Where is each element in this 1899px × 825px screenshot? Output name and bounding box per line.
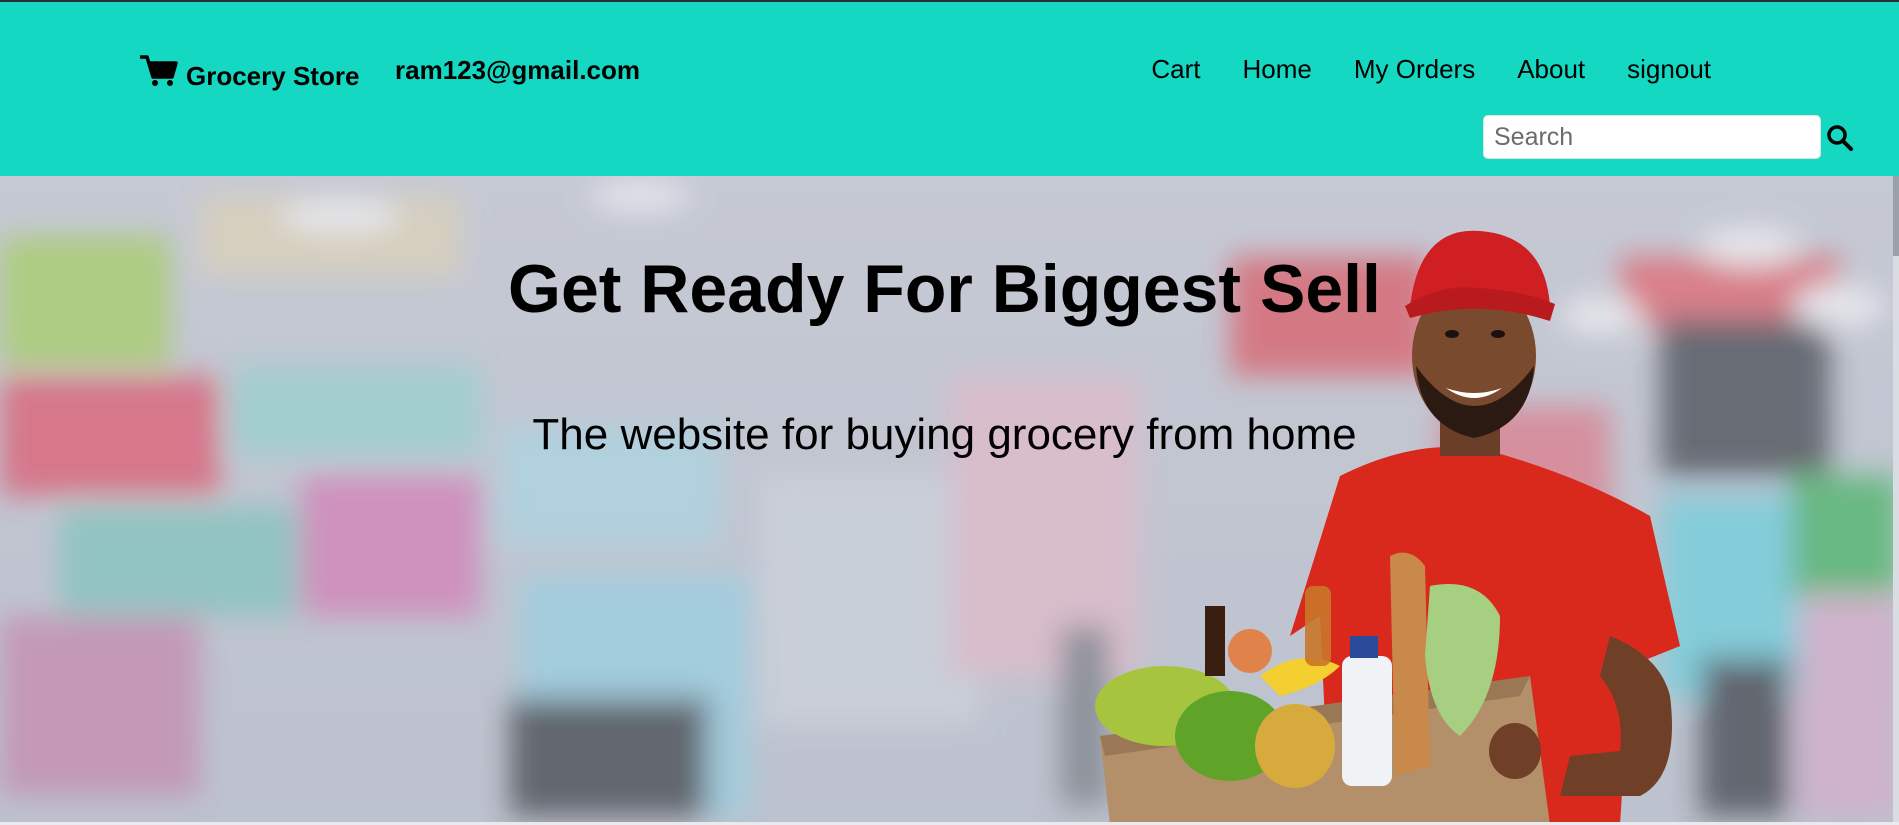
search-form (1483, 115, 1821, 159)
nav-menu: Cart Home My Orders About signout (1151, 54, 1711, 85)
nav-about-link[interactable]: About (1517, 54, 1585, 85)
brand-name: Grocery Store (186, 61, 360, 91)
hero-title: Get Ready For Biggest Sell (508, 251, 1381, 327)
search-input[interactable] (1483, 115, 1821, 159)
brand[interactable]: Grocery Store (139, 54, 360, 93)
user-email: ram123@gmail.com (395, 55, 641, 85)
nav-my-orders-link[interactable]: My Orders (1354, 54, 1475, 85)
hero-subtitle: The website for buying grocery from home (532, 410, 1357, 459)
page-scrollbar-track[interactable] (1893, 176, 1899, 825)
nav-signout-link[interactable]: signout (1627, 54, 1711, 85)
nav-home-link[interactable]: Home (1243, 54, 1312, 85)
hero-banner: Get Ready For Biggest Sell The website f… (0, 176, 1899, 825)
search-icon[interactable] (1825, 123, 1855, 153)
nav-cart-link[interactable]: Cart (1151, 54, 1200, 85)
shopping-cart-icon (139, 54, 178, 93)
page-scrollbar-thumb[interactable] (1893, 176, 1899, 256)
